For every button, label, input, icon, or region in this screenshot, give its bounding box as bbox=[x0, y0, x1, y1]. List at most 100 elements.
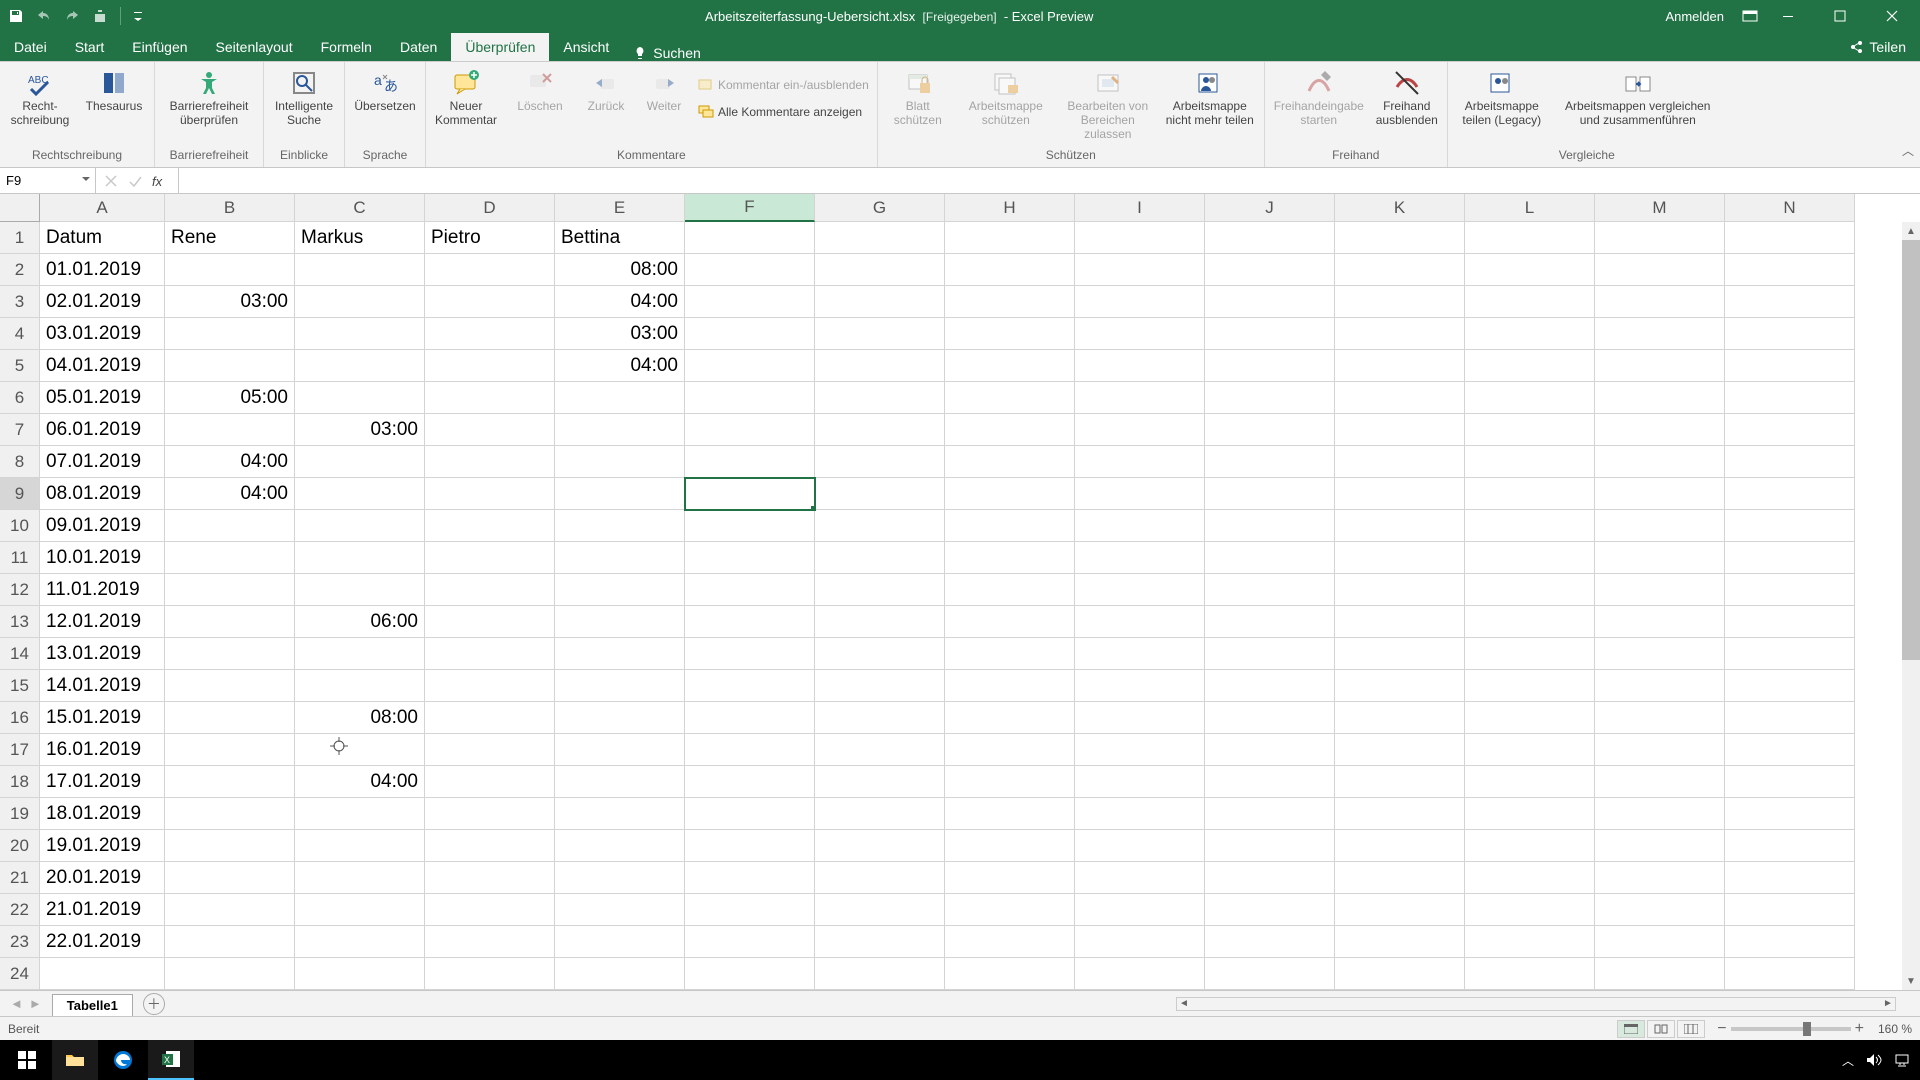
cell[interactable] bbox=[1465, 254, 1595, 286]
row-header[interactable]: 22 bbox=[0, 894, 40, 926]
cell[interactable] bbox=[165, 350, 295, 382]
cell[interactable] bbox=[425, 446, 555, 478]
cell[interactable] bbox=[1595, 734, 1725, 766]
row-header[interactable]: 9 bbox=[0, 478, 40, 510]
cell[interactable]: 03:00 bbox=[295, 414, 425, 446]
cell[interactable] bbox=[815, 446, 945, 478]
column-header[interactable]: C bbox=[295, 194, 425, 222]
cell[interactable] bbox=[1335, 702, 1465, 734]
cell[interactable] bbox=[1075, 670, 1205, 702]
cell[interactable] bbox=[1465, 510, 1595, 542]
cell[interactable]: 04:00 bbox=[295, 766, 425, 798]
cell[interactable] bbox=[165, 734, 295, 766]
cell[interactable] bbox=[1205, 606, 1335, 638]
cell[interactable] bbox=[295, 958, 425, 990]
cell[interactable] bbox=[1465, 798, 1595, 830]
undo-icon[interactable] bbox=[36, 8, 52, 24]
cell[interactable] bbox=[815, 862, 945, 894]
cell[interactable] bbox=[815, 350, 945, 382]
zoom-slider[interactable] bbox=[1731, 1027, 1851, 1031]
column-header[interactable]: B bbox=[165, 194, 295, 222]
cell[interactable]: 19.01.2019 bbox=[40, 830, 165, 862]
cell[interactable] bbox=[945, 286, 1075, 318]
cell[interactable]: 01.01.2019 bbox=[40, 254, 165, 286]
cell[interactable]: 11.01.2019 bbox=[40, 574, 165, 606]
excel-taskbar-icon[interactable]: X bbox=[148, 1040, 194, 1080]
cell[interactable] bbox=[685, 606, 815, 638]
formula-input[interactable] bbox=[179, 168, 1920, 193]
cell[interactable] bbox=[165, 414, 295, 446]
cell[interactable] bbox=[815, 734, 945, 766]
cell[interactable] bbox=[1205, 318, 1335, 350]
cell[interactable] bbox=[815, 254, 945, 286]
cell[interactable] bbox=[1725, 862, 1855, 894]
cell[interactable] bbox=[1595, 574, 1725, 606]
cell[interactable] bbox=[1335, 926, 1465, 958]
cell[interactable] bbox=[1075, 830, 1205, 862]
cell[interactable] bbox=[1465, 862, 1595, 894]
cell[interactable] bbox=[425, 670, 555, 702]
cell[interactable] bbox=[1725, 670, 1855, 702]
cell[interactable] bbox=[165, 766, 295, 798]
cell[interactable] bbox=[1205, 510, 1335, 542]
cell[interactable] bbox=[1595, 254, 1725, 286]
cell[interactable] bbox=[425, 638, 555, 670]
cell[interactable] bbox=[1725, 382, 1855, 414]
cell[interactable] bbox=[815, 798, 945, 830]
cell[interactable] bbox=[425, 606, 555, 638]
cell[interactable] bbox=[815, 414, 945, 446]
cell[interactable] bbox=[165, 798, 295, 830]
scrollbar-thumb[interactable] bbox=[1902, 240, 1920, 660]
cell[interactable] bbox=[685, 286, 815, 318]
ribbon-tab-start[interactable]: Start bbox=[61, 33, 119, 61]
cell[interactable] bbox=[555, 734, 685, 766]
cell[interactable] bbox=[815, 478, 945, 510]
touch-mode-icon[interactable] bbox=[92, 8, 108, 24]
row-header[interactable]: 2 bbox=[0, 254, 40, 286]
column-header[interactable]: G bbox=[815, 194, 945, 222]
cell[interactable] bbox=[425, 894, 555, 926]
row-header[interactable]: 17 bbox=[0, 734, 40, 766]
scroll-right-icon[interactable]: ► bbox=[1881, 998, 1895, 1009]
cell[interactable] bbox=[1075, 862, 1205, 894]
view-page-break-button[interactable] bbox=[1677, 1020, 1705, 1038]
cell[interactable] bbox=[1075, 734, 1205, 766]
cell[interactable] bbox=[1075, 606, 1205, 638]
cell[interactable] bbox=[165, 926, 295, 958]
cell[interactable] bbox=[1205, 478, 1335, 510]
ribbon-tab-überprüfen[interactable]: Überprüfen bbox=[451, 33, 549, 61]
cell[interactable] bbox=[1595, 958, 1725, 990]
cell[interactable]: 06:00 bbox=[295, 606, 425, 638]
cell[interactable] bbox=[1465, 446, 1595, 478]
cell[interactable] bbox=[165, 510, 295, 542]
cell[interactable] bbox=[1075, 382, 1205, 414]
cell[interactable] bbox=[1725, 510, 1855, 542]
cell[interactable] bbox=[945, 414, 1075, 446]
column-header[interactable]: I bbox=[1075, 194, 1205, 222]
maximize-button[interactable] bbox=[1818, 0, 1862, 32]
cell[interactable] bbox=[1335, 638, 1465, 670]
ribbon-tab-einfügen[interactable]: Einfügen bbox=[118, 33, 201, 61]
cell[interactable] bbox=[165, 830, 295, 862]
cell[interactable] bbox=[815, 318, 945, 350]
cell[interactable]: Bettina bbox=[555, 222, 685, 254]
cell[interactable] bbox=[1725, 414, 1855, 446]
row-header[interactable]: 12 bbox=[0, 574, 40, 606]
cell[interactable] bbox=[1725, 542, 1855, 574]
cell[interactable] bbox=[555, 798, 685, 830]
cell[interactable] bbox=[295, 446, 425, 478]
cell[interactable]: 12.01.2019 bbox=[40, 606, 165, 638]
cell[interactable] bbox=[815, 222, 945, 254]
cell[interactable] bbox=[685, 446, 815, 478]
cell[interactable] bbox=[425, 414, 555, 446]
cell[interactable] bbox=[815, 894, 945, 926]
column-header[interactable]: L bbox=[1465, 194, 1595, 222]
cell[interactable] bbox=[1075, 894, 1205, 926]
tray-volume-icon[interactable] bbox=[1866, 1053, 1882, 1067]
column-header[interactable]: A bbox=[40, 194, 165, 222]
cell[interactable]: 17.01.2019 bbox=[40, 766, 165, 798]
cell[interactable] bbox=[1725, 798, 1855, 830]
cell[interactable] bbox=[1075, 478, 1205, 510]
view-normal-button[interactable] bbox=[1617, 1020, 1645, 1038]
cell[interactable] bbox=[1595, 702, 1725, 734]
